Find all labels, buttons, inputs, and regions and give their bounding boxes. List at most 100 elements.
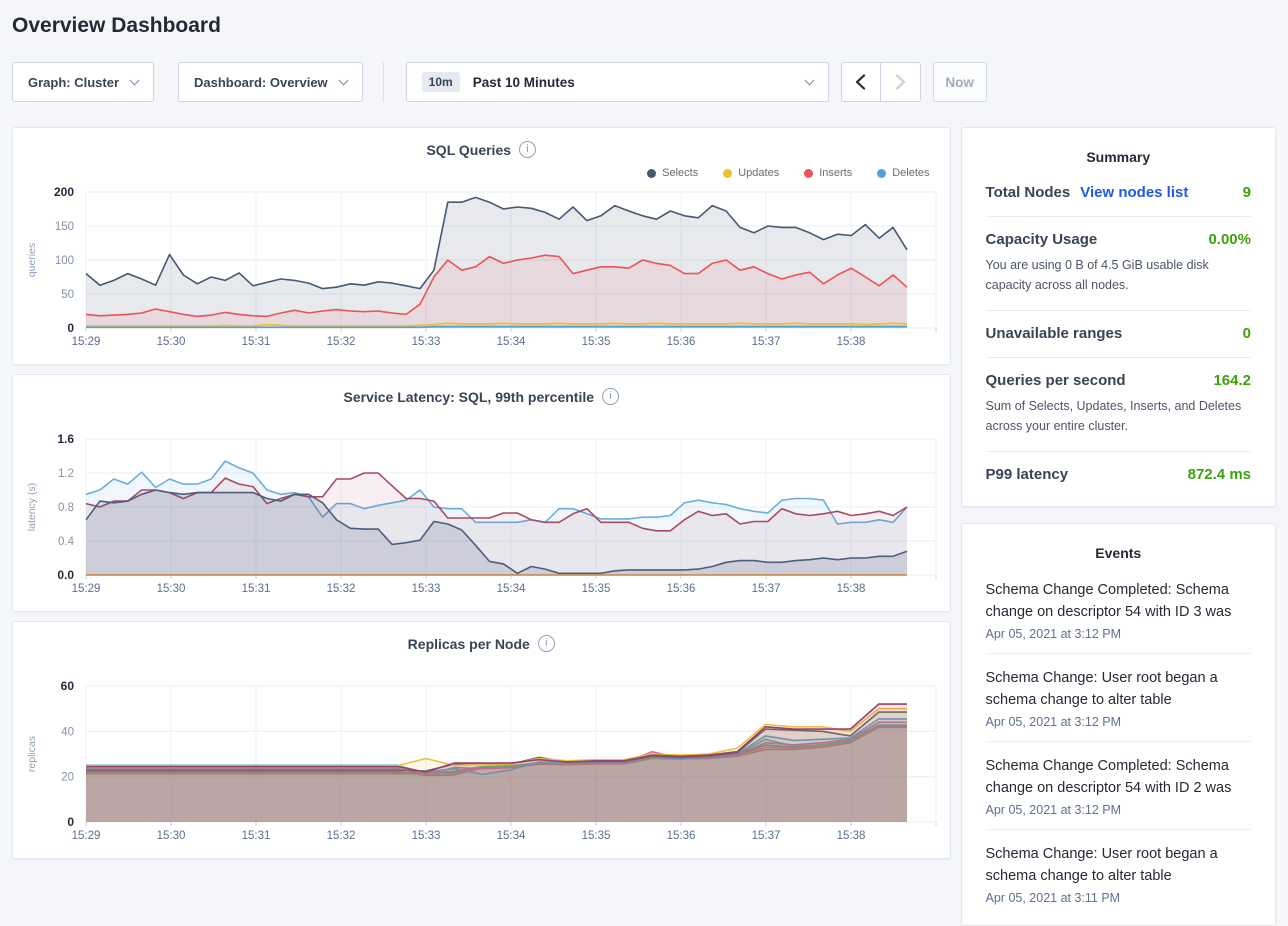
event-timestamp: Apr 05, 2021 at 3:12 PM xyxy=(986,627,1251,641)
svg-text:15:30: 15:30 xyxy=(157,830,186,842)
chart-title-row: Service Latency: SQL, 99th percentile i xyxy=(13,388,950,405)
event-timestamp: Apr 05, 2021 at 3:11 PM xyxy=(986,891,1251,905)
svg-text:15:38: 15:38 xyxy=(837,336,866,348)
now-button[interactable]: Now xyxy=(933,62,987,102)
svg-text:50: 50 xyxy=(61,289,74,301)
legend-dot-icon xyxy=(804,169,813,178)
svg-text:15:29: 15:29 xyxy=(72,336,101,348)
sidebar: Summary Total Nodes View nodes list 9 Ca… xyxy=(961,127,1276,926)
chevron-right-icon xyxy=(895,74,906,90)
svg-text:0.4: 0.4 xyxy=(58,536,75,548)
event-item: Schema Change: User root began a schema … xyxy=(986,830,1251,917)
chart-title: Replicas per Node xyxy=(408,636,530,652)
svg-text:15:32: 15:32 xyxy=(327,830,356,842)
dashboard-dropdown-label: Dashboard: Overview xyxy=(194,75,328,90)
time-forward-button[interactable] xyxy=(881,62,921,102)
svg-text:100: 100 xyxy=(55,255,74,267)
event-message: Schema Change: User root began a schema … xyxy=(986,667,1251,711)
summary-row-capacity-usage: Capacity Usage 0.00% You are using 0 B o… xyxy=(986,217,1251,311)
info-icon[interactable]: i xyxy=(538,635,555,652)
chevron-down-icon xyxy=(130,75,140,85)
summary-row-unavailable-ranges: Unavailable ranges 0 xyxy=(986,311,1251,358)
summary-label: Capacity Usage xyxy=(986,231,1098,248)
summary-subtext: You are using 0 B of 4.5 GiB usable disk… xyxy=(986,255,1251,295)
service-latency-chart[interactable]: 0.00.40.81.21.615:2915:3015:3115:3215:33… xyxy=(13,427,959,603)
graph-dropdown[interactable]: Graph: Cluster xyxy=(12,62,154,102)
summary-label: Unavailable ranges xyxy=(986,325,1123,342)
toolbar: Graph: Cluster Dashboard: Overview 10m P… xyxy=(12,62,1276,102)
time-back-button[interactable] xyxy=(841,62,881,102)
svg-text:15:31: 15:31 xyxy=(242,583,271,595)
chart-title-row: SQL Queries i xyxy=(13,141,950,158)
svg-text:40: 40 xyxy=(61,726,74,738)
info-icon[interactable]: i xyxy=(602,388,619,405)
svg-text:15:38: 15:38 xyxy=(837,830,866,842)
time-step-buttons xyxy=(841,62,921,102)
summary-label: P99 latency xyxy=(986,466,1069,483)
svg-text:15:33: 15:33 xyxy=(412,336,441,348)
svg-text:15:29: 15:29 xyxy=(72,583,101,595)
summary-value: 164.2 xyxy=(1213,372,1251,389)
legend-item: Inserts xyxy=(804,167,852,179)
svg-text:15:34: 15:34 xyxy=(497,336,526,348)
svg-text:150: 150 xyxy=(55,221,74,233)
svg-text:15:35: 15:35 xyxy=(582,336,611,348)
svg-text:200: 200 xyxy=(54,185,74,199)
event-item: Schema Change Completed: Schema change o… xyxy=(986,742,1251,830)
chart-title-row: Replicas per Node i xyxy=(13,635,950,652)
time-range-label: Past 10 Minutes xyxy=(473,75,793,90)
summary-subtext: Sum of Selects, Updates, Inserts, and De… xyxy=(986,396,1251,436)
legend-dot-icon xyxy=(877,169,886,178)
summary-title: Summary xyxy=(986,140,1251,170)
svg-text:0: 0 xyxy=(67,321,74,335)
svg-text:15:36: 15:36 xyxy=(667,336,696,348)
svg-text:15:29: 15:29 xyxy=(72,830,101,842)
summary-value: 0 xyxy=(1243,325,1251,342)
legend-dot-icon xyxy=(647,169,656,178)
charts-column: SQL Queries i SelectsUpdatesInsertsDelet… xyxy=(12,127,951,859)
svg-text:0.8: 0.8 xyxy=(58,502,74,514)
svg-text:15:37: 15:37 xyxy=(752,830,781,842)
svg-text:15:34: 15:34 xyxy=(497,583,526,595)
chart-title: Service Latency: SQL, 99th percentile xyxy=(343,389,594,405)
page-header: Overview Dashboard xyxy=(0,0,1288,38)
events-title: Events xyxy=(986,536,1251,566)
replicas-per-node-chart[interactable]: 020406015:2915:3015:3115:3215:3315:3415:… xyxy=(13,674,959,850)
sql-queries-panel: SQL Queries i SelectsUpdatesInsertsDelet… xyxy=(12,127,951,365)
svg-text:15:31: 15:31 xyxy=(242,830,271,842)
svg-text:replicas: replicas xyxy=(26,736,38,772)
event-message: Schema Change: User root began a schema … xyxy=(986,843,1251,887)
chart-legend: SelectsUpdatesInsertsDeletes xyxy=(647,167,929,179)
chevron-down-icon xyxy=(804,75,814,85)
svg-text:1.2: 1.2 xyxy=(58,468,74,480)
sql-queries-chart[interactable]: 05010015020015:2915:3015:3115:3215:3315:… xyxy=(13,180,959,356)
chevron-left-icon xyxy=(855,74,866,90)
info-icon[interactable]: i xyxy=(519,141,536,158)
svg-text:15:30: 15:30 xyxy=(157,336,186,348)
events-panel: Events Schema Change Completed: Schema c… xyxy=(961,523,1276,926)
main-content: SQL Queries i SelectsUpdatesInsertsDelet… xyxy=(12,127,1276,926)
summary-value: 0.00% xyxy=(1208,231,1251,248)
summary-label: Queries per second xyxy=(986,372,1126,389)
svg-text:15:36: 15:36 xyxy=(667,830,696,842)
summary-row-total-nodes: Total Nodes View nodes list 9 xyxy=(986,170,1251,217)
svg-text:15:34: 15:34 xyxy=(497,830,526,842)
time-range-dropdown[interactable]: 10m Past 10 Minutes xyxy=(406,62,829,102)
svg-text:0.0: 0.0 xyxy=(57,568,74,582)
view-nodes-list-link[interactable]: View nodes list xyxy=(1080,184,1188,201)
replicas-per-node-panel: Replicas per Node i 020406015:2915:3015:… xyxy=(12,621,951,859)
dashboard-dropdown[interactable]: Dashboard: Overview xyxy=(178,62,363,102)
event-item: Schema Change Completed: Schema change o… xyxy=(986,566,1251,654)
toolbar-divider xyxy=(383,62,384,102)
svg-text:15:31: 15:31 xyxy=(242,336,271,348)
chart-title: SQL Queries xyxy=(426,142,511,158)
summary-value: 872.4 ms xyxy=(1188,466,1251,483)
svg-text:latency (s): latency (s) xyxy=(26,483,38,531)
svg-text:15:33: 15:33 xyxy=(412,830,441,842)
svg-text:15:37: 15:37 xyxy=(752,583,781,595)
svg-text:15:36: 15:36 xyxy=(667,583,696,595)
service-latency-panel: Service Latency: SQL, 99th percentile i … xyxy=(12,374,951,612)
svg-text:15:35: 15:35 xyxy=(582,583,611,595)
summary-row-queries-per-second: Queries per second 164.2 Sum of Selects,… xyxy=(986,358,1251,452)
legend-item: Deletes xyxy=(877,167,929,179)
